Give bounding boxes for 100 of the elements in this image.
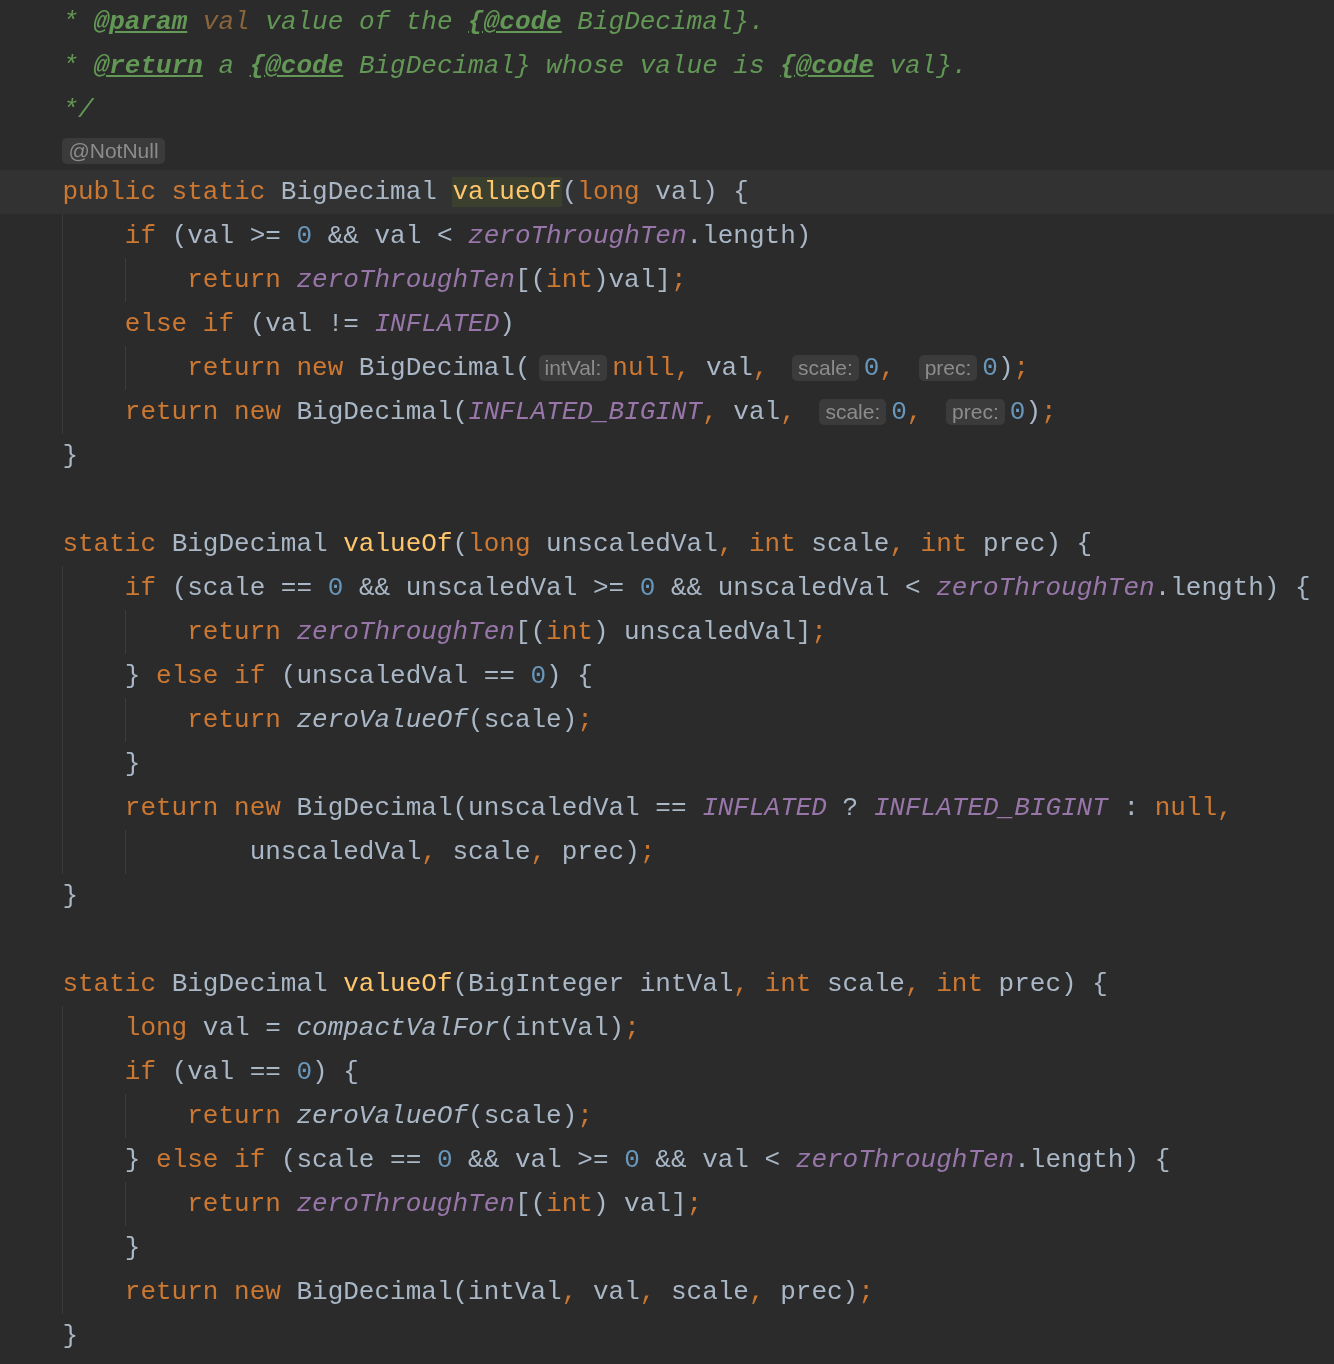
code-keyword: ; [577,1101,593,1131]
code-keyword: return new [124,397,282,427]
parameter-hint: scale: [791,355,859,381]
code-keyword: , [906,397,924,427]
code-keyword: return [187,1189,282,1219]
doc-comment: BigDecimal} whose value is [357,51,766,81]
number-literal: 0 [891,397,907,427]
code-keyword: , [748,1277,766,1307]
code-text: ? [841,793,860,823]
code-text: } [62,1321,78,1351]
constant-name: zeroThroughTen [936,573,1155,603]
doc-comment: BigDecimal}. [576,7,765,37]
constant-name: INFLATED [374,309,500,339]
code-text: } [62,441,78,471]
code-keyword: long [468,529,531,559]
parameter-hint: prec: [918,355,978,381]
code-keyword: , [561,1277,579,1307]
number-literal: 0 [296,1057,313,1087]
code-text: BigDecimal( [358,353,531,383]
constant-name: zeroThroughTen [795,1145,1015,1175]
code-text: scale [810,529,890,559]
constant-name: INFLATED [702,793,827,823]
number-literal: 0 [863,353,880,383]
code-text: (scale == [279,1145,423,1175]
code-text: && val < [326,221,454,251]
code-text: ) [997,353,1014,383]
doc-tag: {@code [468,7,562,37]
code-keyword: , [421,837,438,867]
method-call: zeroValueOf [296,1101,469,1131]
code-text: (scale == [170,573,314,603]
method-name: valueOf [343,529,453,559]
code-keyword: if [124,573,157,603]
code-keyword: ; [811,617,827,647]
code-keyword: , [639,1277,657,1307]
code-text: val [733,397,781,427]
code-keyword: ; [670,265,687,295]
doc-comment: val}. [888,51,968,81]
code-text: } [124,1233,141,1263]
code-keyword: else if [156,661,266,691]
code-text: prec) [780,1277,859,1307]
constant-name: INFLATED_BIGINT [468,397,703,427]
code-keyword: else if [124,309,235,339]
constant-name: zeroThroughTen [296,265,515,295]
code-keyword: return [187,705,282,735]
code-keyword: ; [1041,397,1057,427]
code-text: (scale) [468,705,578,735]
code-text: } [124,661,142,691]
constant-name: zeroThroughTen [468,221,687,251]
code-keyword: public static [62,177,267,207]
parameter-hint: prec: [946,399,1005,425]
code-text: .length) [686,221,812,251]
code-text: (val == [170,1057,282,1087]
method-call: zeroValueOf [296,705,469,735]
code-text: && unscaledVal >= [357,573,626,603]
code-keyword: else if [156,1145,266,1175]
code-keyword: ; [624,1013,640,1043]
number-literal: 0 [530,661,547,691]
code-keyword: static [62,969,158,999]
code-text: BigDecimal [280,177,438,207]
code-keyword: , int [889,529,968,559]
code-keyword: null, [1154,793,1233,823]
code-text: [( [514,1189,547,1219]
method-name: valueOf [343,969,453,999]
code-keyword: ; [639,837,656,867]
code-keyword: ; [577,705,593,735]
code-text: ) [499,309,515,339]
code-text: [( [514,265,547,295]
code-keyword: long [124,1013,188,1043]
code-text: } [124,749,141,779]
method-call: compactValFor [296,1013,500,1043]
code-keyword: return [187,1101,282,1131]
code-text: unscaledVal [545,529,718,559]
code-keyword: , int [733,969,812,999]
code-text: (val != [248,309,360,339]
code-keyword: , [752,353,770,383]
code-keyword: ; [686,1189,703,1219]
code-text: unscaledVal [249,837,422,867]
code-text: prec) { [997,969,1108,999]
constant-name: zeroThroughTen [296,617,515,647]
code-text: } [62,881,78,911]
doc-tag: @param [93,7,188,37]
code-keyword: , int [717,529,796,559]
code-keyword: int [546,617,593,647]
code-text: val = [201,1013,282,1043]
code-text: ) unscaledVal] [592,617,812,647]
number-literal: 0 [982,353,998,383]
code-text: scale [825,969,905,999]
doc-comment: * [62,51,79,81]
code-keyword: , [702,397,719,427]
code-keyword: null, [612,353,692,383]
code-keyword: return [187,617,282,647]
parameter-hint: scale: [819,399,887,425]
code-text: : [1122,793,1141,823]
code-keyword: if [124,1057,157,1087]
code-keyword: ; [1013,353,1030,383]
parameter-hint: intVal: [538,355,608,381]
code-text: && val >= [467,1145,610,1175]
doc-comment: * [62,7,79,37]
code-text: )val] [592,265,671,295]
code-keyword: long [577,177,640,207]
